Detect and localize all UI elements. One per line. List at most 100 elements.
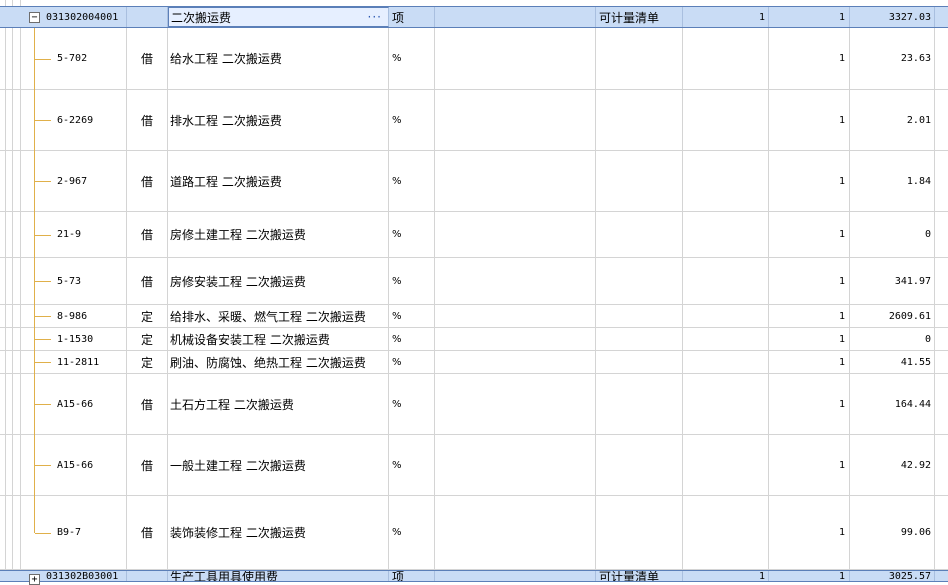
list-item-parent-row[interactable]: −031302004001 二次搬运费 ··· 项可计量清单 1 1 3327.03 (0, 6, 948, 28)
coefficient-cell[interactable]: 1 (769, 7, 850, 27)
category-cell[interactable] (596, 151, 683, 211)
quantity-cell[interactable] (683, 435, 769, 495)
unit-cell[interactable]: % (389, 90, 435, 150)
category-cell[interactable] (596, 435, 683, 495)
coefficient-cell[interactable]: 1 (769, 328, 850, 350)
coefficient-cell[interactable]: 1 (769, 305, 850, 327)
type-cell[interactable]: 借 (127, 151, 168, 211)
type-cell[interactable]: 借 (127, 496, 168, 569)
amount-cell[interactable]: 2609.61 (850, 305, 935, 327)
amount-cell[interactable]: 0 (850, 212, 935, 257)
coefficient-cell[interactable]: 1 (769, 571, 850, 581)
amount-cell[interactable]: 99.06 (850, 496, 935, 569)
unit-cell[interactable]: % (389, 496, 435, 569)
unit-cell[interactable]: % (389, 212, 435, 257)
ellipsis-icon[interactable]: ··· (368, 10, 382, 24)
quantity-cell[interactable] (683, 374, 769, 434)
unit-cell[interactable]: % (389, 305, 435, 327)
trailing-cell[interactable] (935, 212, 948, 257)
table-row[interactable]: A15-66 借 土石方工程 二次搬运费% 1 164.44 (0, 374, 948, 435)
trailing-cell[interactable] (935, 435, 948, 495)
table-row[interactable]: 5-702 借 给水工程 二次搬运费% 1 23.63 (0, 28, 948, 90)
type-cell[interactable]: 借 (127, 212, 168, 257)
unit-cell[interactable]: % (389, 435, 435, 495)
trailing-cell[interactable] (935, 328, 948, 350)
amount-cell[interactable]: 23.63 (850, 28, 935, 89)
expression-cell[interactable] (435, 351, 596, 373)
amount-cell[interactable]: 341.97 (850, 258, 935, 304)
coefficient-cell[interactable]: 1 (769, 90, 850, 150)
unit-cell[interactable]: % (389, 328, 435, 350)
table-row[interactable]: 11-2811 定 刷油、防腐蚀、绝热工程 二次搬运费% 1 41.55 (0, 351, 948, 374)
coefficient-cell[interactable]: 1 (769, 212, 850, 257)
coefficient-cell[interactable]: 1 (769, 435, 850, 495)
type-cell[interactable]: 借 (127, 435, 168, 495)
expression-cell[interactable] (435, 151, 596, 211)
expression-cell[interactable] (435, 7, 596, 27)
list-item-parent-row[interactable]: +031302B03001 生产工具用具使用费项可计量清单 1 1 3025.57 (0, 570, 948, 585)
table-row[interactable]: 21-9 借 房修土建工程 二次搬运费% 1 0 (0, 212, 948, 258)
type-cell[interactable]: 定 (127, 351, 168, 373)
item-name-cell[interactable]: 给排水、采暖、燃气工程 二次搬运费 (168, 305, 389, 327)
trailing-cell[interactable] (935, 90, 948, 150)
item-name-cell[interactable]: 排水工程 二次搬运费 (168, 90, 389, 150)
item-name-cell[interactable]: 二次搬运费 ··· (168, 7, 389, 27)
amount-cell[interactable]: 2.01 (850, 90, 935, 150)
type-cell[interactable]: 借 (127, 374, 168, 434)
coefficient-cell[interactable]: 1 (769, 258, 850, 304)
type-cell[interactable]: 定 (127, 328, 168, 350)
table-row[interactable]: 6-2269 借 排水工程 二次搬运费% 1 2.01 (0, 90, 948, 151)
coefficient-cell[interactable]: 1 (769, 374, 850, 434)
unit-cell[interactable]: % (389, 351, 435, 373)
amount-cell[interactable]: 164.44 (850, 374, 935, 434)
amount-cell[interactable]: 3025.57 (850, 571, 935, 581)
coefficient-cell[interactable]: 1 (769, 28, 850, 89)
amount-cell[interactable]: 1.84 (850, 151, 935, 211)
table-row[interactable]: 8-986 定 给排水、采暖、燃气工程 二次搬运费% 1 2609.61 (0, 305, 948, 328)
trailing-cell[interactable] (935, 151, 948, 211)
trailing-cell[interactable] (935, 496, 948, 569)
expression-cell[interactable] (435, 328, 596, 350)
trailing-cell[interactable] (935, 351, 948, 373)
expression-cell[interactable] (435, 305, 596, 327)
category-cell[interactable] (596, 305, 683, 327)
table-row[interactable]: 1-1530 定 机械设备安装工程 二次搬运费% 1 0 (0, 328, 948, 351)
category-cell[interactable] (596, 374, 683, 434)
category-cell[interactable] (596, 90, 683, 150)
unit-cell[interactable]: 项 (389, 571, 435, 581)
item-name-cell[interactable]: 给水工程 二次搬运费 (168, 28, 389, 89)
trailing-cell[interactable] (935, 28, 948, 89)
category-cell[interactable] (596, 328, 683, 350)
category-cell[interactable] (596, 496, 683, 569)
table-row[interactable]: 2-967 借 道路工程 二次搬运费% 1 1.84 (0, 151, 948, 212)
trailing-cell[interactable] (935, 571, 948, 581)
unit-cell[interactable]: % (389, 28, 435, 89)
expression-cell[interactable] (435, 435, 596, 495)
expression-cell[interactable] (435, 571, 596, 581)
type-cell[interactable]: 借 (127, 258, 168, 304)
quantity-cell[interactable]: 1 (683, 571, 769, 581)
item-name-cell[interactable]: 房修土建工程 二次搬运费 (168, 212, 389, 257)
coefficient-cell[interactable]: 1 (769, 351, 850, 373)
quantity-cell[interactable] (683, 28, 769, 89)
unit-cell[interactable]: % (389, 151, 435, 211)
quantity-cell[interactable] (683, 351, 769, 373)
item-name-cell[interactable]: 装饰装修工程 二次搬运费 (168, 496, 389, 569)
category-cell[interactable] (596, 28, 683, 89)
table-row[interactable]: 5-73 借 房修安装工程 二次搬运费% 1 341.97 (0, 258, 948, 305)
quantity-cell[interactable]: 1 (683, 7, 769, 27)
category-cell[interactable]: 可计量清单 (596, 7, 683, 27)
unit-cell[interactable]: 项 (389, 7, 435, 27)
category-cell[interactable] (596, 258, 683, 304)
table-row[interactable]: B9-7 借 装饰装修工程 二次搬运费% 1 99.06 (0, 496, 948, 570)
item-name-cell[interactable]: 生产工具用具使用费 (168, 571, 389, 581)
item-code-cell[interactable]: 031302004001 (20, 7, 127, 27)
category-cell[interactable] (596, 212, 683, 257)
coefficient-cell[interactable]: 1 (769, 151, 850, 211)
expression-cell[interactable] (435, 90, 596, 150)
item-code-cell[interactable]: 031302B03001 (20, 571, 127, 581)
expression-cell[interactable] (435, 28, 596, 89)
trailing-cell[interactable] (935, 258, 948, 304)
item-name-cell[interactable]: 刷油、防腐蚀、绝热工程 二次搬运费 (168, 351, 389, 373)
amount-cell[interactable]: 0 (850, 328, 935, 350)
